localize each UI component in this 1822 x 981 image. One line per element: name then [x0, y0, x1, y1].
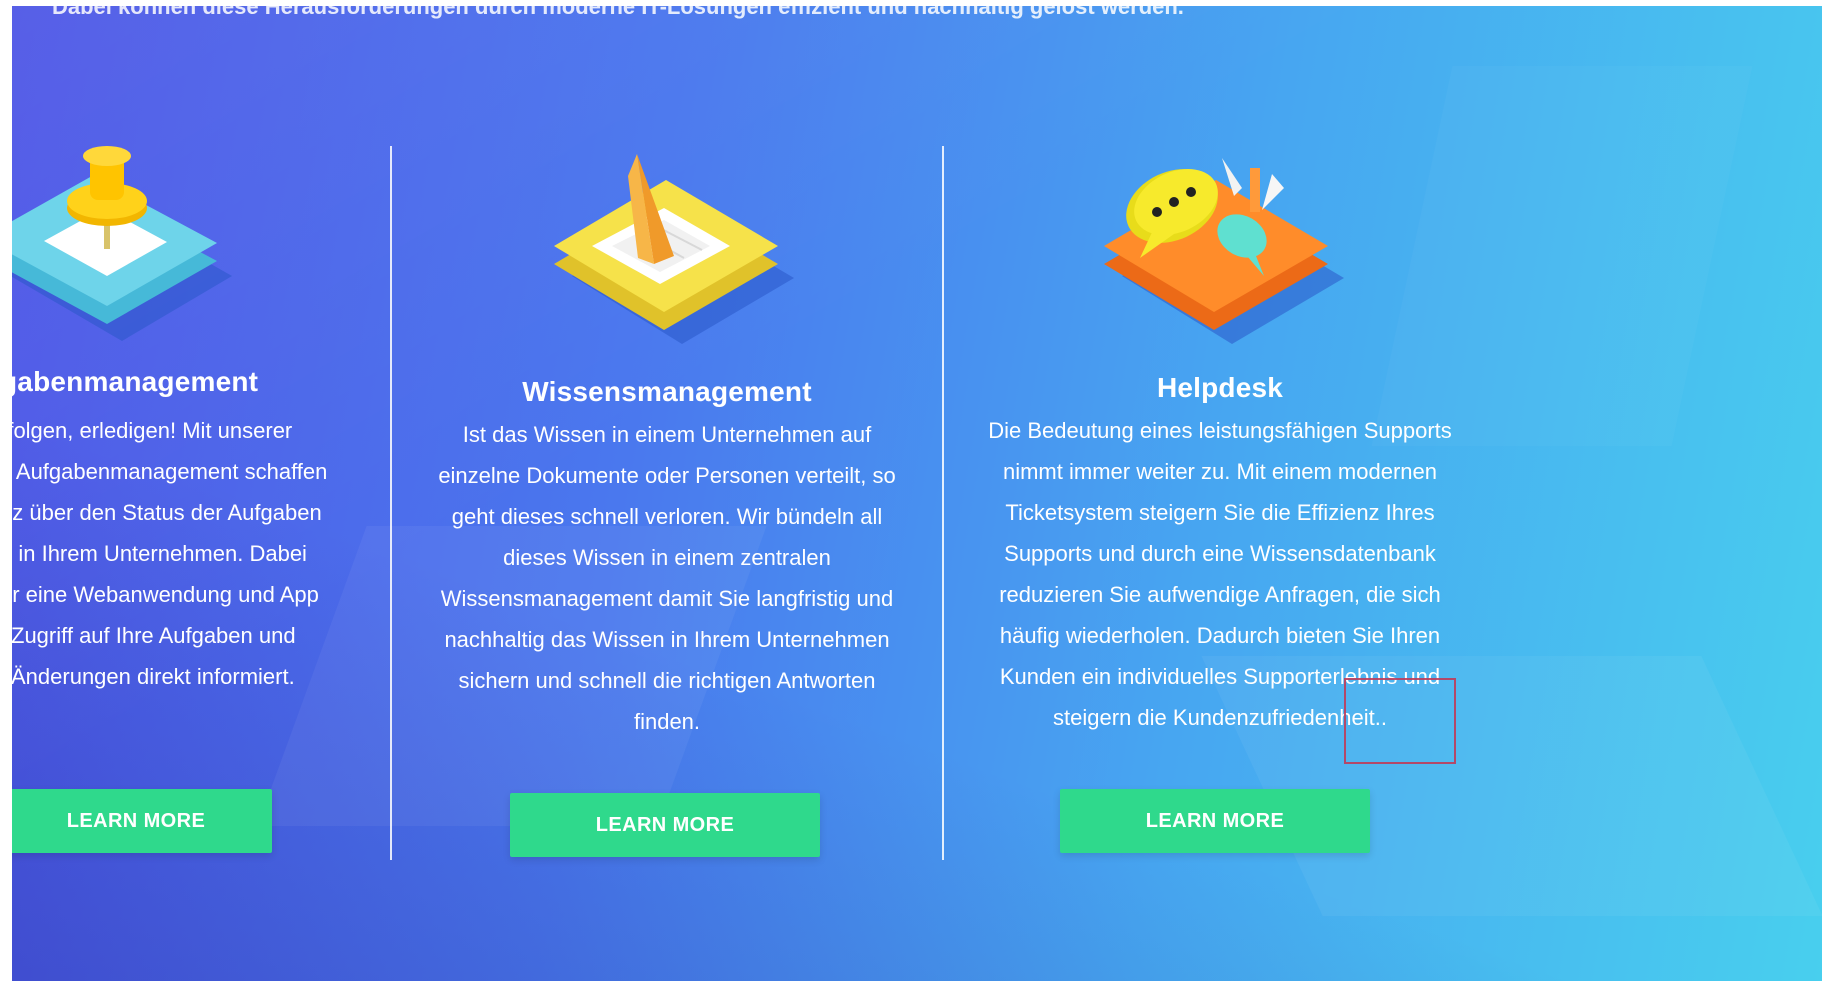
ruler-triangle-icon — [554, 154, 794, 344]
feature-text-line: rfolgen, erledigen! Mit unserer — [12, 418, 293, 443]
feature-title: gabenmanagement — [12, 366, 259, 397]
column-divider — [942, 146, 944, 860]
feature-text-line: Ticketsystem steigern Sie die Effizienz … — [1005, 500, 1435, 525]
feature-text-line: e in Ihrem Unternehmen. Dabei — [12, 541, 307, 566]
highlight-box — [1344, 678, 1456, 764]
feature-text-line: s Aufgabenmanagement schaffen — [12, 459, 328, 484]
section-intro-text: Dabei können diese Herausforderungen dur… — [52, 6, 1184, 19]
feature-text-line: geht dieses schnell verloren. Wir bündel… — [451, 504, 883, 529]
feature-text-line: Ist das Wissen in einem Unternehmen auf — [462, 422, 872, 447]
feature-text-line: reduzieren Sie aufwendige Anfragen, die … — [999, 582, 1441, 607]
feature-text-line: er eine Webanwendung und App — [12, 582, 319, 607]
feature-text-line: nz über den Status der Aufgaben — [12, 500, 322, 525]
feature-text-line: nimmt immer weiter zu. Mit einem moderne… — [1002, 459, 1437, 484]
learn-more-button[interactable]: LEARN MORE — [1060, 789, 1370, 853]
feature-title: Helpdesk — [1156, 372, 1284, 403]
feature-text-line: einzelne Dokumente oder Personen verteil… — [438, 463, 896, 488]
learn-more-button[interactable]: LEARN MORE — [12, 789, 272, 853]
chat-bubbles-icon — [1104, 158, 1344, 344]
feature-text-line: finden. — [633, 709, 701, 734]
pushpin-icon — [12, 146, 232, 341]
feature-column-wissensmanagement: Wissensmanagement Ist das Wissen in eine… — [412, 376, 922, 742]
feature-text-line: Supports und durch eine Wissensdatenbank — [1004, 541, 1436, 566]
feature-column-aufgabenmanagement: gabenmanagement rfolgen, erledigen! Mit … — [12, 366, 380, 697]
feature-text-line: sichern und schnell die richtigen Antwor… — [458, 668, 876, 693]
feature-text-line: häufig wiederholen. Dadurch bieten Sie I… — [999, 623, 1441, 648]
feature-text-line: Wissensmanagement damit Sie langfristig … — [440, 586, 894, 611]
column-divider — [390, 146, 392, 860]
feature-text-line: Die Bedeutung eines leistungsfähigen Sup… — [988, 418, 1452, 443]
feature-text-line: i Änderungen direkt informiert. — [12, 664, 295, 689]
features-section: Dabei können diese Herausforderungen dur… — [12, 6, 1822, 981]
feature-title: Wissensmanagement — [522, 376, 812, 407]
feature-text-line: nachhaltig das Wissen in Ihrem Unternehm… — [444, 627, 890, 652]
learn-more-button[interactable]: LEARN MORE — [510, 793, 820, 857]
feature-text-line: l Zugriff auf Ihre Aufgaben und — [12, 623, 296, 648]
feature-text-line: dieses Wissen in einem zentralen — [503, 545, 831, 570]
